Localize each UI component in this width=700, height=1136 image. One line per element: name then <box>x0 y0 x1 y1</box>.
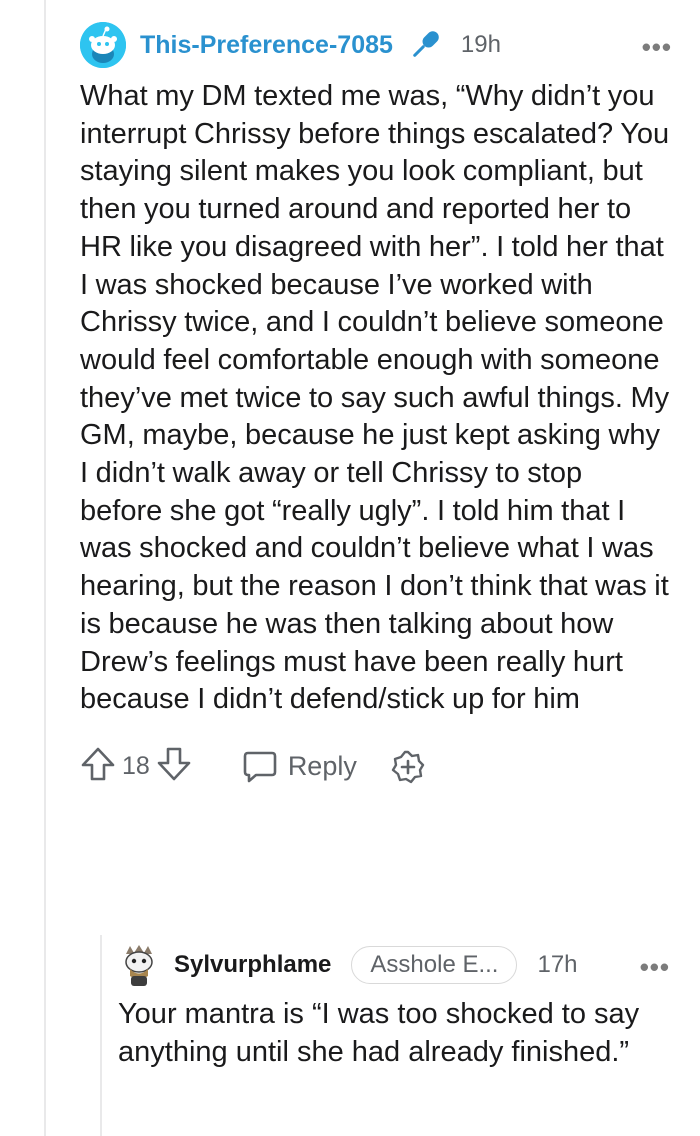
comment-body: What my DM texted me was, “Why didn’t yo… <box>80 80 670 716</box>
avatar[interactable] <box>118 942 160 988</box>
snoo-avatar-icon <box>80 22 126 68</box>
comment: This-Preference-7085 19h ••• What my DM … <box>80 20 680 787</box>
reply-age: 17h <box>537 951 578 978</box>
reply-label: Reply <box>287 751 357 782</box>
reply-comment: Sylvurphlame Asshole E... 17h ••• Your m… <box>118 940 678 1071</box>
comment-actions: 18 Reply <box>80 747 680 787</box>
award-plus-icon[interactable] <box>391 750 425 784</box>
reply-button[interactable]: Reply <box>242 750 357 784</box>
upvote-icon[interactable] <box>80 746 116 787</box>
more-options-icon[interactable]: ••• <box>642 32 672 63</box>
thread-line[interactable] <box>44 0 46 1136</box>
avatar[interactable] <box>80 22 126 68</box>
user-flair: Asshole E... <box>351 946 518 984</box>
username[interactable]: This-Preference-7085 <box>140 31 393 60</box>
user-avatar-icon <box>125 945 153 986</box>
comment-header: This-Preference-7085 19h <box>80 20 680 70</box>
downvote-icon[interactable] <box>156 746 192 787</box>
comment-age: 19h <box>460 31 501 58</box>
username[interactable]: Sylvurphlame <box>174 951 331 979</box>
chat-bubble-icon <box>243 751 277 783</box>
reply-body: Your mantra is “I was too shocked to say… <box>118 998 640 1068</box>
reply-header: Sylvurphlame Asshole E... 17h <box>118 940 678 990</box>
reply-thread-line[interactable] <box>100 935 102 1136</box>
more-options-icon[interactable]: ••• <box>640 952 670 983</box>
microphone-icon <box>405 27 445 63</box>
vote-count: 18 <box>122 752 150 781</box>
